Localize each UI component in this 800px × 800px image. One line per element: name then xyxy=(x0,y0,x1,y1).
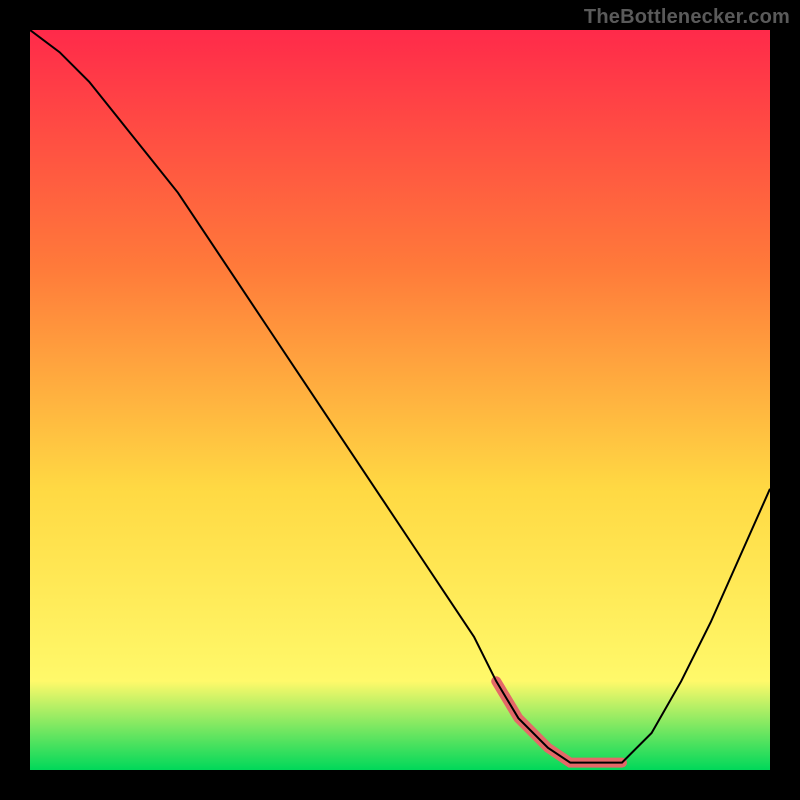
gradient-background xyxy=(30,30,770,770)
bottleneck-chart xyxy=(30,30,770,770)
chart-container: TheBottlenecker.com xyxy=(0,0,800,800)
watermark-text: TheBottlenecker.com xyxy=(584,6,790,29)
